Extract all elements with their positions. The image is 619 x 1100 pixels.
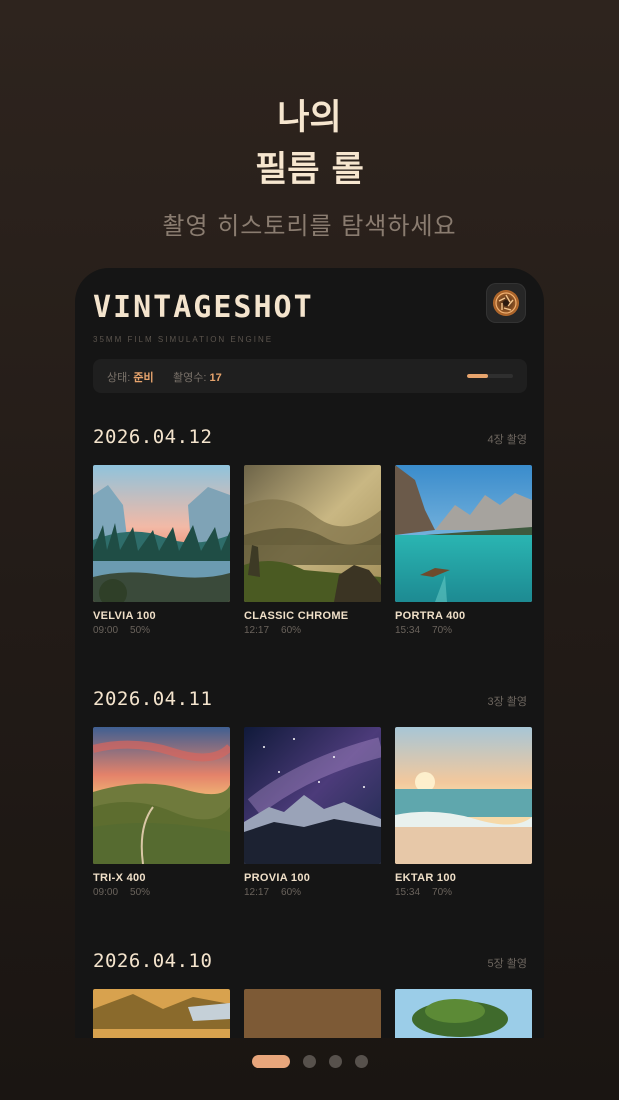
app-brand-title: VINTAGESHOT [93, 290, 314, 325]
film-name: PORTRA 400 [395, 610, 466, 622]
photo-thumbnail[interactable] [93, 465, 230, 602]
photo-thumbnail[interactable] [395, 465, 532, 602]
camera-app-icon[interactable] [486, 283, 526, 323]
section-date: 2026.04.12 [93, 426, 213, 448]
page-dot[interactable] [302, 1054, 316, 1068]
photo-time: 15:34 [395, 625, 421, 636]
photo-time: 12:17 [244, 887, 270, 898]
photo-meta: 09:00 50% [93, 625, 162, 636]
photo-thumbnail[interactable] [395, 989, 532, 1038]
film-name: CLASSIC CHROME [244, 610, 349, 622]
photo-thumbnail[interactable] [244, 465, 381, 602]
section-count: 3장 촬영 [487, 696, 527, 708]
photo-thumbnail[interactable] [244, 727, 381, 864]
status-shots: 촬영수: 17 [173, 369, 222, 385]
roll-progress-fill [467, 374, 488, 378]
photo-time: 15:34 [395, 887, 421, 898]
photo-meta: 12:17 60% [244, 625, 313, 636]
photo-time: 09:00 [93, 625, 119, 636]
phone-screen: VINTAGESHOT 35MM FILM SIMULATION ENGINE … [75, 268, 544, 1038]
page-dot[interactable] [354, 1054, 368, 1068]
film-name: VELVIA 100 [93, 610, 156, 622]
aperture-icon [493, 290, 519, 316]
page-indicator [0, 1054, 619, 1068]
section-date: 2026.04.10 [93, 950, 213, 972]
photo-meta: 09:00 50% [93, 887, 162, 898]
photo-thumbnail[interactable] [93, 727, 230, 864]
hero-title-line1: 나의 [277, 98, 342, 138]
hero-title: 나의 필름 롤 [0, 92, 619, 196]
status-bar: 상태: 준비 촬영수: 17 [93, 359, 527, 393]
section-count: 4장 촬영 [487, 434, 527, 446]
status-shots-value: 17 [209, 372, 222, 384]
hero-title-line2: 필름 롤 [255, 150, 364, 190]
section-date: 2026.04.11 [93, 688, 213, 710]
film-name: PROVIA 100 [244, 872, 311, 884]
page-dot-active[interactable] [251, 1054, 290, 1068]
photo-thumbnail[interactable] [395, 727, 532, 864]
status-state-value: 준비 [133, 372, 154, 384]
photo-percent: 60% [281, 625, 302, 636]
film-name: TRI-X 400 [93, 872, 146, 884]
photo-percent: 50% [130, 625, 151, 636]
photo-percent: 50% [130, 887, 151, 898]
status-shots-label: 촬영수: [173, 372, 207, 384]
app-tagline: 35MM FILM SIMULATION ENGINE [93, 335, 274, 344]
page-dot[interactable] [328, 1054, 342, 1068]
roll-progress-bar [467, 374, 513, 378]
photo-percent: 60% [281, 887, 302, 898]
photo-time: 12:17 [244, 625, 270, 636]
hero-subtitle: 촬영 히스토리를 탐색하세요 [162, 212, 457, 240]
section-count: 5장 촬영 [487, 958, 527, 970]
photo-time: 09:00 [93, 887, 119, 898]
photo-meta: 15:34 70% [395, 625, 464, 636]
photo-thumbnail[interactable] [244, 989, 381, 1038]
photo-percent: 70% [432, 887, 453, 898]
photo-thumbnail[interactable] [93, 989, 230, 1038]
photo-meta: 12:17 60% [244, 887, 313, 898]
photo-percent: 70% [432, 625, 453, 636]
film-name: EKTAR 100 [395, 872, 457, 884]
photo-meta: 15:34 70% [395, 887, 464, 898]
status-state-label: 상태: [107, 372, 131, 384]
status-state: 상태: 준비 [107, 369, 154, 385]
